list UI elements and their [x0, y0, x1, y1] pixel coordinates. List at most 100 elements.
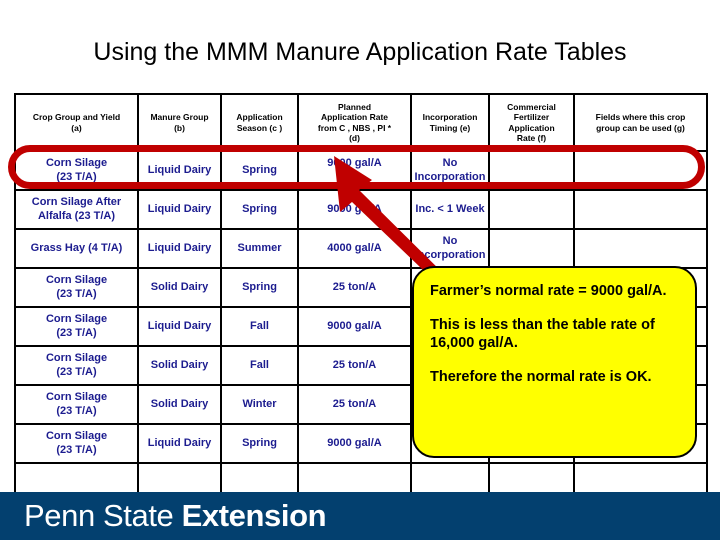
table-header-row: Crop Group and Yield (a) Manure Group (b… — [14, 93, 708, 152]
cell-line: 25 ton/A — [332, 397, 377, 410]
cell-planned-rate: 9000 gal/A — [297, 189, 412, 230]
cell-line: Corn Silage — [45, 274, 108, 287]
cell-line: Corn Silage — [45, 313, 108, 326]
header-line: Commercial — [507, 101, 556, 112]
cell-line: No — [442, 235, 458, 248]
callout-paragraph-3: Therefore the normal rate is OK. — [430, 369, 652, 386]
cell-line: Solid Dairy — [150, 397, 209, 410]
cell-planned-rate: 9000 gal/A C — [297, 150, 412, 191]
cell-line: C — [350, 170, 359, 183]
cell-planned-rate: 9000 gal/A — [297, 306, 412, 347]
cell-line: Spring — [242, 202, 277, 215]
header-line: (b) — [174, 122, 185, 133]
cell-planned-rate: 25 ton/A — [297, 384, 412, 425]
column-header-manure-group: Manure Group (b) — [137, 93, 222, 152]
cell-application-season: Fall — [220, 306, 299, 347]
cell-application-season: Spring — [220, 150, 299, 191]
header-line: Timing (e) — [429, 122, 471, 133]
cell-line: 4000 gal/A — [327, 241, 382, 254]
column-header-incorporation-timing: Incorporation Timing (e) — [410, 93, 490, 152]
cell-line: (23 T/A) — [56, 443, 97, 456]
cell-fertilizer-rate — [488, 189, 575, 230]
cell-line: (23 T/A) — [56, 170, 97, 183]
column-header-application-season: Application Season (c ) — [220, 93, 299, 152]
header-line: Incorporation — [422, 112, 478, 123]
brand-name-regular: Penn State — [24, 498, 174, 533]
header-line: from C , NBS , PI * — [317, 122, 392, 133]
explanation-callout: Farmer’s normal rate = 9000 gal/A. This … — [412, 266, 697, 458]
cell-manure-group: Liquid Dairy — [137, 228, 222, 269]
cell-line: Corn Silage — [45, 430, 108, 443]
cell-planned-rate: 9000 gal/A — [297, 423, 412, 464]
cell-fields — [573, 150, 708, 191]
cell-fertilizer-rate — [488, 228, 575, 269]
cell-line: Corn Silage After — [31, 196, 122, 209]
cell-line: 25 ton/A — [332, 280, 377, 293]
column-header-fields: Fields where this crop group can be used… — [573, 93, 708, 152]
footer-bar: Penn State Extension — [0, 492, 720, 540]
cell-fields — [573, 228, 708, 269]
cell-line: 9000 gal/A — [327, 319, 382, 332]
cell-manure-group: Liquid Dairy — [137, 306, 222, 347]
header-line: (a) — [71, 122, 82, 133]
header-line: Season (c ) — [236, 122, 283, 133]
cell-application-season: Summer — [220, 228, 299, 269]
header-line: Fertilizer — [513, 112, 550, 123]
cell-line: (23 T/A) — [56, 365, 97, 378]
table-row: Grass Hay (4 T/A) Liquid Dairy Summer 4000 … — [14, 228, 708, 269]
cell-crop-group: Corn Silage (23 T/A) — [14, 306, 139, 347]
cell-line: Incorporation — [414, 248, 486, 261]
cell-manure-group: Liquid Dairy — [137, 150, 222, 191]
cell-line: Solid Dairy — [150, 280, 209, 293]
cell-planned-rate: 25 ton/A — [297, 267, 412, 308]
cell-crop-group: Corn Silage (23 T/A) — [14, 384, 139, 425]
cell-line: 9000 gal/A — [327, 202, 382, 215]
cell-line: Corn Silage — [45, 391, 108, 404]
brand-name-bold: Extension — [181, 498, 327, 533]
cell-line: 9000 gal/A — [327, 436, 382, 449]
cell-manure-group: Liquid Dairy — [137, 189, 222, 230]
header-line: Manure Group — [150, 112, 209, 123]
column-header-crop-group: Crop Group and Yield (a) — [14, 93, 139, 152]
header-line: Planned — [337, 101, 372, 112]
cell-planned-rate: 25 ton/A — [297, 345, 412, 386]
cell-application-season: Fall — [220, 345, 299, 386]
cell-application-season: Spring — [220, 267, 299, 308]
penn-state-extension-logo: Penn State Extension — [24, 498, 327, 534]
cell-line: Fall — [250, 358, 269, 371]
cell-fields — [573, 189, 708, 230]
column-header-commercial-fertilizer-rate: Commercial Fertilizer Application Rate (… — [488, 93, 575, 152]
header-line: Crop Group and Yield — [32, 112, 121, 123]
cell-line: 25 ton/A — [332, 358, 377, 371]
cell-line: Spring — [242, 163, 277, 176]
cell-application-season: Winter — [220, 384, 299, 425]
cell-manure-group: Solid Dairy — [137, 384, 222, 425]
cell-line: (23 T/A) — [56, 326, 97, 339]
header-line: Fields where this crop — [595, 112, 686, 123]
cell-incorporation-timing: No Incorporation — [410, 150, 490, 191]
cell-line: (23 T/A) — [56, 287, 97, 300]
cell-crop-group: Corn Silage (23 T/A) — [14, 345, 139, 386]
cell-manure-group: Solid Dairy — [137, 267, 222, 308]
cell-line: No — [442, 157, 458, 170]
cell-line: Corn Silage — [45, 157, 108, 170]
header-line: (d) — [349, 132, 360, 143]
cell-incorporation-timing: Inc. < 1 Week — [410, 189, 490, 230]
cell-manure-group: Solid Dairy — [137, 345, 222, 386]
cell-planned-rate: 4000 gal/A — [297, 228, 412, 269]
header-line: Application — [508, 122, 555, 133]
cell-manure-group: Liquid Dairy — [137, 423, 222, 464]
cell-application-season: Spring — [220, 189, 299, 230]
cell-line: Spring — [242, 436, 277, 449]
header-line: Application — [236, 112, 283, 123]
cell-line: (23 T/A) — [56, 404, 97, 417]
cell-line: Summer — [237, 241, 282, 254]
cell-crop-group: Corn Silage (23 T/A) — [14, 150, 139, 191]
cell-line: Grass Hay (4 T/A) — [30, 241, 123, 254]
cell-application-season: Spring — [220, 423, 299, 464]
page-title: Using the MMM Manure Application Rate Ta… — [93, 38, 627, 66]
cell-line: Spring — [242, 280, 277, 293]
cell-crop-group: Corn Silage (23 T/A) — [14, 267, 139, 308]
cell-line: Solid Dairy — [150, 358, 209, 371]
cell-line: Liquid Dairy — [147, 202, 212, 215]
